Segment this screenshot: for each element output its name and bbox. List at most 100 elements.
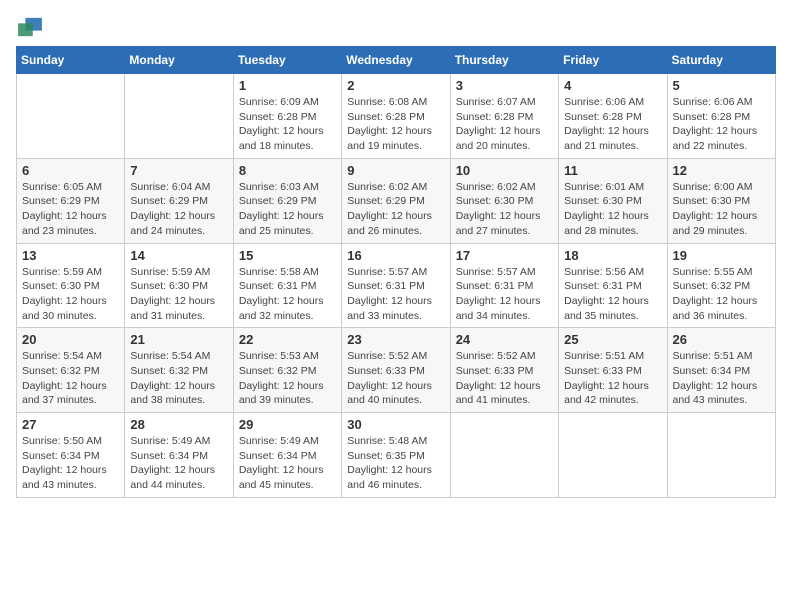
day-number: 18 — [564, 248, 661, 263]
day-number: 28 — [130, 417, 227, 432]
day-info: Sunrise: 6:08 AMSunset: 6:28 PMDaylight:… — [347, 95, 444, 154]
day-header-saturday: Saturday — [667, 47, 775, 74]
day-number: 6 — [22, 163, 119, 178]
day-info: Sunrise: 5:49 AMSunset: 6:34 PMDaylight:… — [239, 434, 336, 493]
day-number: 14 — [130, 248, 227, 263]
day-info: Sunrise: 5:53 AMSunset: 6:32 PMDaylight:… — [239, 349, 336, 408]
day-number: 17 — [456, 248, 553, 263]
day-number: 25 — [564, 332, 661, 347]
calendar-cell: 17 Sunrise: 5:57 AMSunset: 6:31 PMDayligh… — [450, 243, 558, 328]
day-info: Sunrise: 6:06 AMSunset: 6:28 PMDaylight:… — [673, 95, 770, 154]
day-number: 3 — [456, 78, 553, 93]
day-info: Sunrise: 5:58 AMSunset: 6:31 PMDaylight:… — [239, 265, 336, 324]
calendar-cell: 15 Sunrise: 5:58 AMSunset: 6:31 PMDayligh… — [233, 243, 341, 328]
day-info: Sunrise: 6:06 AMSunset: 6:28 PMDaylight:… — [564, 95, 661, 154]
calendar-cell: 30 Sunrise: 5:48 AMSunset: 6:35 PMDayligh… — [342, 413, 450, 498]
calendar-cell: 2 Sunrise: 6:08 AMSunset: 6:28 PMDaylight… — [342, 74, 450, 159]
day-number: 11 — [564, 163, 661, 178]
day-number: 4 — [564, 78, 661, 93]
day-number: 27 — [22, 417, 119, 432]
day-info: Sunrise: 5:51 AMSunset: 6:33 PMDaylight:… — [564, 349, 661, 408]
calendar-cell: 22 Sunrise: 5:53 AMSunset: 6:32 PMDayligh… — [233, 328, 341, 413]
day-info: Sunrise: 5:51 AMSunset: 6:34 PMDaylight:… — [673, 349, 770, 408]
calendar: SundayMondayTuesdayWednesdayThursdayFrid… — [16, 46, 776, 498]
day-number: 30 — [347, 417, 444, 432]
calendar-cell: 16 Sunrise: 5:57 AMSunset: 6:31 PMDayligh… — [342, 243, 450, 328]
calendar-cell — [125, 74, 233, 159]
day-number: 21 — [130, 332, 227, 347]
day-number: 8 — [239, 163, 336, 178]
day-number: 24 — [456, 332, 553, 347]
calendar-cell: 3 Sunrise: 6:07 AMSunset: 6:28 PMDaylight… — [450, 74, 558, 159]
day-info: Sunrise: 5:59 AMSunset: 6:30 PMDaylight:… — [130, 265, 227, 324]
calendar-cell — [17, 74, 125, 159]
calendar-cell: 27 Sunrise: 5:50 AMSunset: 6:34 PMDayligh… — [17, 413, 125, 498]
calendar-cell: 8 Sunrise: 6:03 AMSunset: 6:29 PMDaylight… — [233, 158, 341, 243]
calendar-cell: 29 Sunrise: 5:49 AMSunset: 6:34 PMDayligh… — [233, 413, 341, 498]
day-header-sunday: Sunday — [17, 47, 125, 74]
calendar-cell: 12 Sunrise: 6:00 AMSunset: 6:30 PMDayligh… — [667, 158, 775, 243]
day-number: 7 — [130, 163, 227, 178]
day-info: Sunrise: 6:00 AMSunset: 6:30 PMDaylight:… — [673, 180, 770, 239]
calendar-cell: 26Sunrise: 5:51 AMSunset: 6:34 PMDayligh… — [667, 328, 775, 413]
day-number: 15 — [239, 248, 336, 263]
day-number: 1 — [239, 78, 336, 93]
day-number: 22 — [239, 332, 336, 347]
day-info: Sunrise: 5:54 AMSunset: 6:32 PMDaylight:… — [130, 349, 227, 408]
calendar-cell: 14 Sunrise: 5:59 AMSunset: 6:30 PMDayligh… — [125, 243, 233, 328]
logo — [16, 16, 48, 38]
day-info: Sunrise: 5:49 AMSunset: 6:34 PMDaylight:… — [130, 434, 227, 493]
day-info: Sunrise: 5:57 AMSunset: 6:31 PMDaylight:… — [347, 265, 444, 324]
day-header-monday: Monday — [125, 47, 233, 74]
day-header-wednesday: Wednesday — [342, 47, 450, 74]
calendar-cell: 9Sunrise: 6:02 AMSunset: 6:29 PMDaylight… — [342, 158, 450, 243]
day-header-thursday: Thursday — [450, 47, 558, 74]
calendar-cell: 20Sunrise: 5:54 AMSunset: 6:32 PMDayligh… — [17, 328, 125, 413]
calendar-cell: 28 Sunrise: 5:49 AMSunset: 6:34 PMDayligh… — [125, 413, 233, 498]
day-info: Sunrise: 5:57 AMSunset: 6:31 PMDaylight:… — [456, 265, 553, 324]
day-info: Sunrise: 5:56 AMSunset: 6:31 PMDaylight:… — [564, 265, 661, 324]
day-number: 29 — [239, 417, 336, 432]
calendar-cell: 24 Sunrise: 5:52 AMSunset: 6:33 PMDayligh… — [450, 328, 558, 413]
day-number: 5 — [673, 78, 770, 93]
calendar-cell — [559, 413, 667, 498]
day-number: 12 — [673, 163, 770, 178]
day-info: Sunrise: 6:09 AMSunset: 6:28 PMDaylight:… — [239, 95, 336, 154]
calendar-cell: 10 Sunrise: 6:02 AMSunset: 6:30 PMDayligh… — [450, 158, 558, 243]
calendar-cell: 6 Sunrise: 6:05 AMSunset: 6:29 PMDaylight… — [17, 158, 125, 243]
calendar-cell: 1 Sunrise: 6:09 AMSunset: 6:28 PMDaylight… — [233, 74, 341, 159]
calendar-cell: 13 Sunrise: 5:59 AMSunset: 6:30 PMDayligh… — [17, 243, 125, 328]
day-info: Sunrise: 6:07 AMSunset: 6:28 PMDaylight:… — [456, 95, 553, 154]
day-info: Sunrise: 5:55 AMSunset: 6:32 PMDaylight:… — [673, 265, 770, 324]
day-number: 13 — [22, 248, 119, 263]
calendar-cell: 18 Sunrise: 5:56 AMSunset: 6:31 PMDayligh… — [559, 243, 667, 328]
logo-icon — [16, 16, 44, 38]
calendar-cell — [667, 413, 775, 498]
calendar-cell: 5 Sunrise: 6:06 AMSunset: 6:28 PMDaylight… — [667, 74, 775, 159]
day-number: 2 — [347, 78, 444, 93]
day-info: Sunrise: 6:04 AMSunset: 6:29 PMDaylight:… — [130, 180, 227, 239]
day-info: Sunrise: 5:52 AMSunset: 6:33 PMDaylight:… — [347, 349, 444, 408]
day-number: 10 — [456, 163, 553, 178]
calendar-cell: 19 Sunrise: 5:55 AMSunset: 6:32 PMDayligh… — [667, 243, 775, 328]
day-info: Sunrise: 5:52 AMSunset: 6:33 PMDaylight:… — [456, 349, 553, 408]
day-number: 16 — [347, 248, 444, 263]
day-number: 23 — [347, 332, 444, 347]
day-header-tuesday: Tuesday — [233, 47, 341, 74]
day-info: Sunrise: 5:50 AMSunset: 6:34 PMDaylight:… — [22, 434, 119, 493]
day-info: Sunrise: 5:54 AMSunset: 6:32 PMDaylight:… — [22, 349, 119, 408]
day-info: Sunrise: 6:05 AMSunset: 6:29 PMDaylight:… — [22, 180, 119, 239]
calendar-cell: 7 Sunrise: 6:04 AMSunset: 6:29 PMDaylight… — [125, 158, 233, 243]
day-info: Sunrise: 5:59 AMSunset: 6:30 PMDaylight:… — [22, 265, 119, 324]
day-number: 9 — [347, 163, 444, 178]
day-info: Sunrise: 6:01 AMSunset: 6:30 PMDaylight:… — [564, 180, 661, 239]
day-info: Sunrise: 5:48 AMSunset: 6:35 PMDaylight:… — [347, 434, 444, 493]
day-info: Sunrise: 6:02 AMSunset: 6:30 PMDaylight:… — [456, 180, 553, 239]
calendar-cell: 21 Sunrise: 5:54 AMSunset: 6:32 PMDayligh… — [125, 328, 233, 413]
day-header-friday: Friday — [559, 47, 667, 74]
calendar-cell — [450, 413, 558, 498]
calendar-cell: 23 Sunrise: 5:52 AMSunset: 6:33 PMDayligh… — [342, 328, 450, 413]
day-number: 19 — [673, 248, 770, 263]
day-info: Sunrise: 6:03 AMSunset: 6:29 PMDaylight:… — [239, 180, 336, 239]
calendar-cell: 11 Sunrise: 6:01 AMSunset: 6:30 PMDayligh… — [559, 158, 667, 243]
